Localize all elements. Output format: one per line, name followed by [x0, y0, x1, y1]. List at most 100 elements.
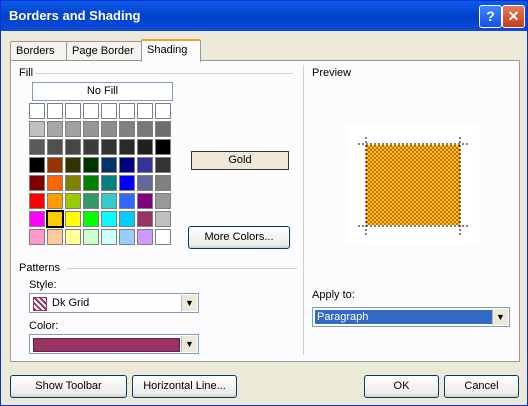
color-swatch[interactable] — [137, 175, 153, 191]
color-swatch[interactable] — [83, 211, 99, 227]
apply-to-value: Paragraph — [315, 310, 492, 324]
color-swatch[interactable] — [29, 157, 45, 173]
cancel-button[interactable]: Cancel — [444, 375, 519, 398]
color-swatch[interactable] — [29, 229, 45, 245]
color-swatch[interactable] — [47, 193, 63, 209]
color-swatch[interactable] — [101, 157, 117, 173]
color-swatch[interactable] — [47, 229, 63, 245]
color-swatch[interactable] — [155, 211, 171, 227]
apply-to-label: Apply to: — [312, 289, 355, 301]
show-toolbar-button[interactable]: Show Toolbar — [10, 375, 127, 398]
color-swatch[interactable] — [101, 175, 117, 191]
tab-shading[interactable]: Shading — [141, 39, 201, 62]
patterns-section-label: Patterns — [19, 262, 60, 274]
help-button[interactable]: ? — [479, 5, 502, 28]
more-colors-button[interactable]: More Colors... — [188, 226, 290, 249]
fill-divider — [35, 73, 293, 74]
color-swatch[interactable] — [101, 103, 117, 119]
color-swatch[interactable] — [29, 211, 45, 227]
color-swatch[interactable] — [47, 139, 63, 155]
color-swatch[interactable] — [29, 139, 45, 155]
borders-and-shading-dialog: Borders and Shading ? ✕ Borders Page Bor… — [0, 0, 528, 406]
color-swatch[interactable] — [83, 175, 99, 191]
color-swatch[interactable] — [83, 157, 99, 173]
color-swatch[interactable] — [65, 121, 81, 137]
color-swatch[interactable] — [29, 193, 45, 209]
color-swatch[interactable] — [29, 175, 45, 191]
color-swatch[interactable] — [155, 229, 171, 245]
section-divider — [303, 65, 304, 355]
dialog-title: Borders and Shading — [9, 8, 141, 23]
pattern-color-swatch — [33, 338, 180, 352]
color-swatch[interactable] — [119, 157, 135, 173]
selected-color-name: Gold — [191, 151, 289, 170]
patterns-divider — [67, 268, 297, 269]
color-swatch[interactable] — [65, 211, 81, 227]
color-swatch[interactable] — [155, 103, 171, 119]
color-swatch[interactable] — [101, 193, 117, 209]
color-swatch[interactable] — [119, 229, 135, 245]
color-swatch[interactable] — [137, 139, 153, 155]
close-button[interactable]: ✕ — [502, 5, 525, 28]
title-bar[interactable]: Borders and Shading ? ✕ — [1, 1, 527, 31]
color-swatch[interactable] — [47, 157, 63, 173]
color-swatch[interactable] — [83, 193, 99, 209]
tab-borders[interactable]: Borders — [10, 41, 68, 60]
color-swatch[interactable] — [29, 121, 45, 137]
color-swatch[interactable] — [119, 121, 135, 137]
dk-grid-pattern-icon — [33, 297, 47, 311]
color-swatch[interactable] — [137, 121, 153, 137]
color-swatch[interactable] — [101, 211, 117, 227]
color-swatch[interactable] — [137, 193, 153, 209]
color-swatch[interactable] — [137, 103, 153, 119]
color-swatch[interactable] — [137, 211, 153, 227]
color-swatch[interactable] — [65, 103, 81, 119]
color-swatch[interactable] — [83, 229, 99, 245]
style-label: Style: — [29, 279, 57, 291]
preview-graphic — [358, 137, 468, 237]
style-dropdown[interactable]: Dk Grid ▼ — [29, 293, 199, 313]
color-swatch[interactable] — [155, 175, 171, 191]
color-swatch[interactable] — [65, 139, 81, 155]
color-swatch[interactable] — [119, 103, 135, 119]
chevron-down-icon[interactable]: ▼ — [492, 309, 508, 325]
tab-page-border[interactable]: Page Border — [66, 41, 148, 60]
color-swatch[interactable] — [119, 175, 135, 191]
color-swatch[interactable] — [46, 210, 64, 228]
color-swatch[interactable] — [155, 139, 171, 155]
color-swatch[interactable] — [83, 139, 99, 155]
color-swatch[interactable] — [101, 139, 117, 155]
color-swatch[interactable] — [119, 139, 135, 155]
apply-to-dropdown[interactable]: Paragraph ▼ — [312, 307, 510, 327]
style-value: Dk Grid — [52, 297, 90, 309]
color-swatch[interactable] — [119, 211, 135, 227]
color-swatch[interactable] — [155, 157, 171, 173]
color-swatch[interactable] — [155, 121, 171, 137]
color-swatch[interactable] — [65, 193, 81, 209]
preview-label: Preview — [312, 67, 352, 79]
pattern-color-dropdown[interactable]: ▼ — [29, 334, 199, 354]
color-swatch[interactable] — [83, 121, 99, 137]
preview-box — [346, 125, 479, 245]
chevron-down-icon[interactable]: ▼ — [181, 336, 197, 352]
color-swatch[interactable] — [65, 175, 81, 191]
color-swatch[interactable] — [137, 157, 153, 173]
color-swatch[interactable] — [101, 121, 117, 137]
fill-section-label: Fill — [19, 67, 34, 79]
color-label: Color: — [29, 320, 59, 332]
horizontal-line-button[interactable]: Horizontal Line... — [132, 375, 237, 398]
color-swatch[interactable] — [47, 175, 63, 191]
ok-button[interactable]: OK — [364, 375, 439, 398]
color-swatch[interactable] — [65, 229, 81, 245]
color-swatch[interactable] — [119, 193, 135, 209]
color-swatch[interactable] — [47, 121, 63, 137]
color-swatch[interactable] — [155, 193, 171, 209]
color-swatch[interactable] — [47, 103, 63, 119]
color-swatch[interactable] — [101, 229, 117, 245]
color-swatch[interactable] — [29, 103, 45, 119]
color-swatch[interactable] — [83, 103, 99, 119]
color-swatch[interactable] — [137, 229, 153, 245]
no-fill-option[interactable]: No Fill — [32, 82, 173, 101]
color-swatch[interactable] — [65, 157, 81, 173]
chevron-down-icon[interactable]: ▼ — [181, 295, 197, 311]
